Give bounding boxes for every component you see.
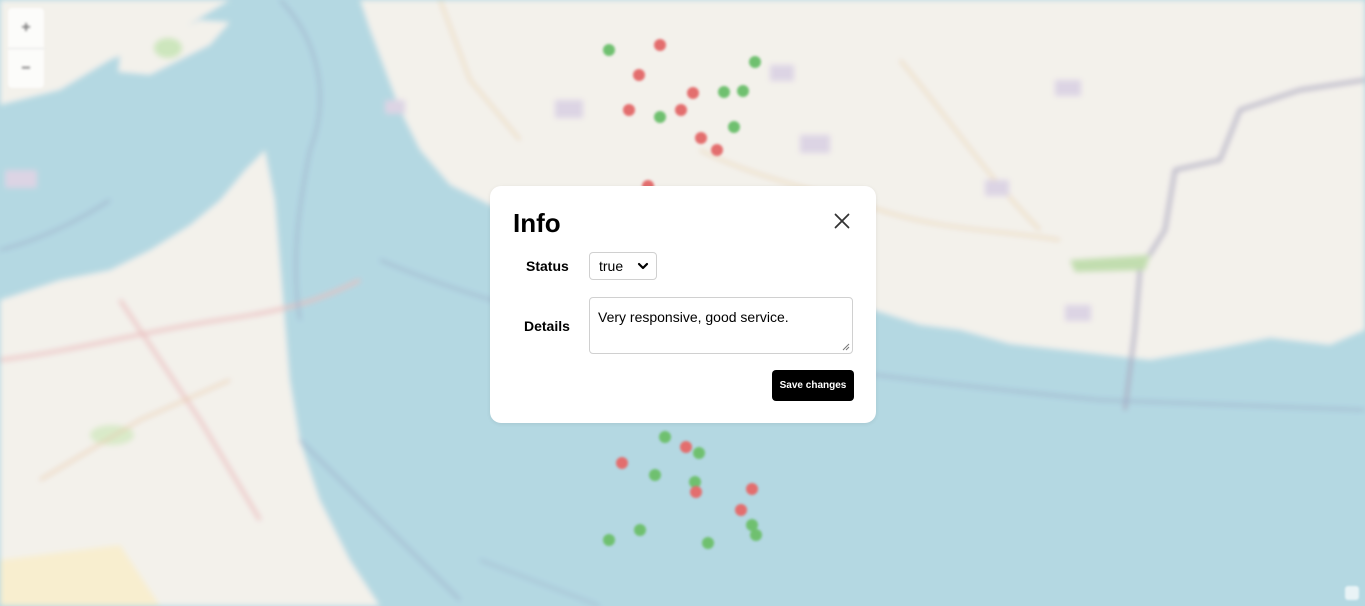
info-modal: Info Status true Details Very responsive…: [490, 186, 876, 423]
status-selected-value: true: [599, 258, 624, 274]
modal-title: Info: [513, 208, 561, 238]
close-button[interactable]: [831, 210, 853, 232]
status-select[interactable]: true: [589, 252, 657, 280]
close-icon: [834, 213, 850, 229]
zoom-out-button[interactable]: −: [8, 48, 44, 88]
zoom-control: + −: [8, 8, 44, 88]
details-textarea[interactable]: Very responsive, good service.: [589, 297, 853, 354]
details-label: Details: [524, 318, 570, 334]
save-changes-button[interactable]: Save changes: [772, 370, 854, 401]
chevron-down-icon: [637, 262, 649, 270]
resize-handle-icon[interactable]: [841, 342, 850, 351]
status-label: Status: [526, 258, 569, 274]
map-attribution-toggle[interactable]: [1345, 586, 1359, 600]
details-text: Very responsive, good service.: [598, 309, 789, 325]
zoom-in-button[interactable]: +: [8, 8, 44, 48]
